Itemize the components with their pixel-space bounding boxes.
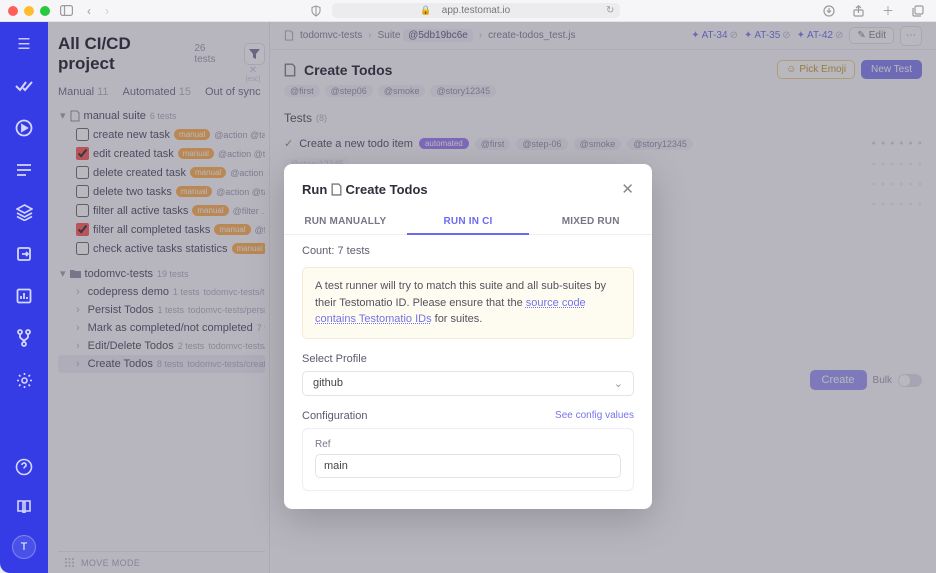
new-tab-icon[interactable]: ＋	[878, 2, 898, 19]
modal-title: Create Todos	[346, 182, 428, 197]
url-bar[interactable]: 🔒 app.testomat.io ↻	[332, 3, 621, 18]
run-modal: Run Create Todos ✕ RUN MANUALLY RUN IN C…	[284, 164, 652, 509]
chevron-down-icon: ⌄	[614, 377, 623, 390]
tab-run-manually[interactable]: RUN MANUALLY	[284, 210, 407, 235]
tab-run-in-ci[interactable]: RUN IN CI	[407, 210, 530, 235]
profile-select[interactable]: github⌄	[302, 371, 634, 396]
nav-rail: ☰ T	[0, 22, 48, 573]
settings-icon[interactable]	[12, 368, 36, 392]
sidebar-toggle-icon[interactable]	[56, 5, 77, 16]
analytics-icon[interactable]	[12, 284, 36, 308]
tabs-icon[interactable]	[908, 2, 928, 19]
share-icon[interactable]	[849, 2, 868, 19]
close-dot[interactable]	[8, 6, 18, 16]
reload-icon[interactable]: ↻	[606, 5, 614, 16]
list-icon[interactable]	[12, 158, 36, 182]
nav-back-icon[interactable]: ‹	[83, 4, 95, 18]
info-box: A test runner will try to match this sui…	[302, 267, 634, 339]
ref-label: Ref	[315, 439, 621, 450]
minimize-dot[interactable]	[24, 6, 34, 16]
docs-icon[interactable]	[12, 495, 36, 519]
import-icon[interactable]	[12, 242, 36, 266]
nav-forward-icon: ›	[101, 4, 113, 18]
browser-titlebar: ‹ › 🔒 app.testomat.io ↻ ＋	[0, 0, 936, 22]
menu-icon[interactable]: ☰	[12, 32, 36, 56]
avatar[interactable]: T	[12, 535, 36, 559]
profile-label: Select Profile	[302, 353, 634, 365]
modal-title-pre: Run	[302, 182, 327, 197]
config-label: Configuration	[302, 410, 367, 422]
see-config-link[interactable]: See config values	[555, 410, 634, 422]
help-icon[interactable]	[12, 455, 36, 479]
close-icon[interactable]: ✕	[621, 180, 634, 198]
test-count: Count: 7 tests	[302, 245, 634, 257]
tab-mixed-run[interactable]: MIXED RUN	[529, 210, 652, 235]
play-icon[interactable]	[12, 116, 36, 140]
url-text: app.testomat.io	[442, 5, 510, 16]
config-box: Ref	[302, 428, 634, 491]
modal-tabs: RUN MANUALLY RUN IN CI MIXED RUN	[284, 210, 652, 235]
ref-input[interactable]	[315, 454, 621, 478]
checks-icon[interactable]	[12, 74, 36, 98]
download-icon[interactable]	[819, 2, 839, 19]
layers-icon[interactable]	[12, 200, 36, 224]
branch-icon[interactable]	[12, 326, 36, 350]
lock-icon: 🔒	[420, 5, 431, 16]
window-controls	[8, 6, 50, 16]
titlebar-right: ＋	[813, 2, 928, 19]
shield-icon[interactable]	[306, 5, 326, 17]
zoom-dot[interactable]	[40, 6, 50, 16]
